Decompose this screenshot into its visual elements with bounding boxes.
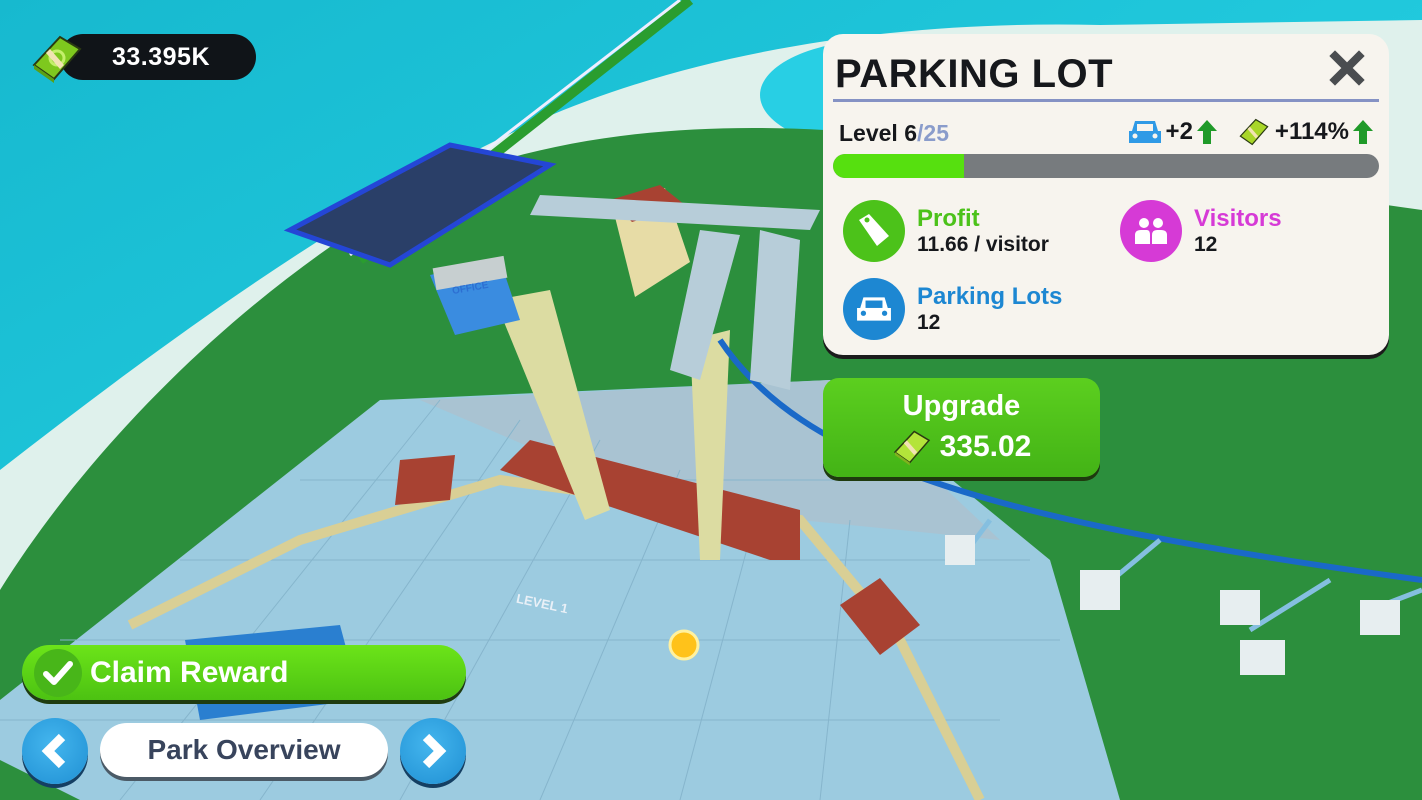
boost-profit-value: +114% — [1274, 118, 1349, 145]
upgrade-cost: 335.02 — [823, 427, 1100, 467]
boost-parking-value: +2 — [1165, 118, 1193, 145]
parking-lots-value: 12 — [917, 311, 941, 334]
upgrade-label: Upgrade — [902, 390, 1021, 422]
upgrade-cost-value: 335.02 — [939, 430, 1032, 463]
chevron-right-icon — [422, 733, 447, 769]
checkmark-icon — [43, 660, 73, 685]
profit-label: Profit — [917, 205, 980, 232]
visitors-icon-badge — [1120, 200, 1182, 262]
level-current: 6 — [904, 120, 918, 146]
boost-parking: +2 — [1128, 118, 1217, 146]
currency-value: 33.395K — [60, 34, 256, 80]
stat-profit: Profit 11.66 / visitor — [843, 200, 1049, 262]
coin-pickup — [668, 629, 700, 661]
view-name-label[interactable]: Park Overview — [100, 723, 388, 777]
arrow-up-icon — [1353, 120, 1373, 144]
level-prefix: Level — [839, 120, 905, 146]
gazebo-left — [395, 455, 455, 505]
close-button[interactable] — [1327, 48, 1367, 88]
profit-icon-badge — [843, 200, 905, 262]
car-icon — [857, 297, 891, 321]
level-progress-fill — [833, 154, 965, 178]
parking-lots-label: Parking Lots — [917, 283, 1063, 310]
building-info-panel: PARKING LOT Level 6/25 +2 +114% Profit 1… — [823, 34, 1389, 355]
profit-value: 11.66 / visitor — [917, 233, 1049, 256]
cash-stack-icon — [32, 35, 82, 83]
cash-stack-icon — [893, 430, 930, 466]
visitors-value: 12 — [1194, 233, 1218, 256]
claim-check-badge — [34, 648, 82, 697]
claim-reward-label: Claim Reward — [90, 655, 289, 689]
boost-profit: +114% — [1237, 116, 1373, 148]
previous-view-button[interactable] — [22, 718, 88, 784]
panel-divider — [833, 99, 1379, 102]
level-max: /25 — [917, 120, 949, 146]
arrow-up-icon — [1196, 120, 1217, 144]
visitors-label: Visitors — [1194, 205, 1282, 232]
next-view-button[interactable] — [400, 718, 466, 784]
cash-stack-icon — [1239, 118, 1269, 146]
price-tag-icon — [859, 214, 889, 246]
level-progress-bar — [833, 154, 1379, 178]
chevron-left-icon — [41, 733, 66, 769]
upgrade-button[interactable]: Upgrade 335.02 — [823, 378, 1100, 477]
stat-visitors: Visitors 12 — [1120, 200, 1282, 262]
currency-display: 33.395K — [30, 33, 256, 83]
close-icon — [1329, 50, 1365, 86]
level-indicator: Level 6/25 — [839, 120, 949, 147]
upgrade-boosts: +2 +114% — [1114, 116, 1373, 148]
stat-parking-lots: Parking Lots 12 — [843, 278, 1062, 340]
claim-reward-button[interactable]: Claim Reward — [22, 645, 466, 700]
visitors-icon — [1135, 218, 1167, 244]
car-icon — [1128, 121, 1161, 143]
panel-title: PARKING LOT — [835, 52, 1114, 96]
parking-icon-badge — [843, 278, 905, 340]
